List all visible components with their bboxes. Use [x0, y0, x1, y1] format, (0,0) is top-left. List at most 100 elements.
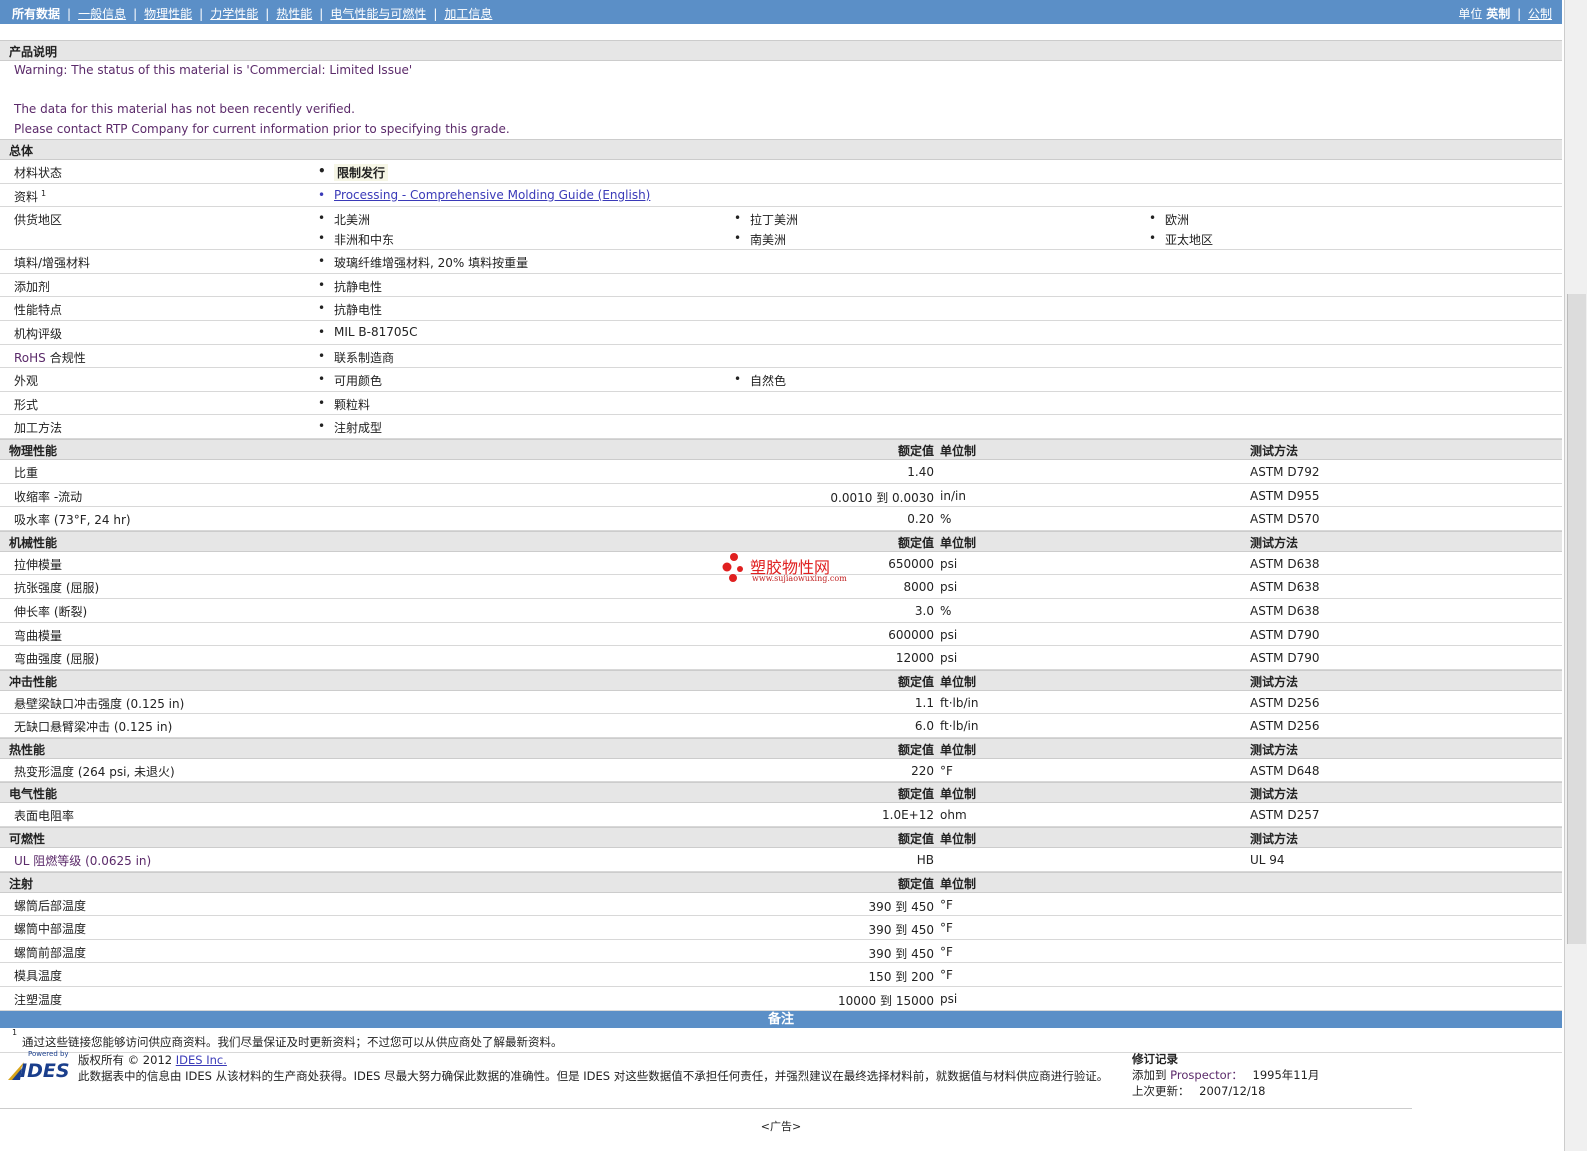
property-value: 0.20 [907, 512, 934, 527]
section-title: 总体 [9, 144, 34, 158]
section-header: 注射 额定值 单位制 [0, 871, 1562, 893]
bullet-item: 联系制造商 [318, 349, 394, 366]
test-method: ASTM D257 [1250, 808, 1320, 823]
general-row: 形式 颗粒料 [0, 392, 1562, 416]
section-header: 物理性能 额定值 单位制 测试方法 [0, 438, 1562, 460]
nav-link-2[interactable]: 物理性能 [144, 7, 192, 21]
row-label: 材料状态 [14, 164, 62, 181]
property-value: 1.1 [914, 695, 934, 710]
row-label-text: 加工方法 [14, 421, 63, 436]
general-row: 性能特点 抗静电性 [0, 297, 1562, 321]
property-row: 螺筒中部温度 390 到 450 °F [0, 916, 1562, 940]
scrollbar-thumb[interactable] [1567, 294, 1586, 944]
property-value: 1.0E+12 [882, 808, 934, 823]
test-method: ASTM D570 [1250, 512, 1320, 527]
property-value: 390 到 450 [868, 923, 934, 938]
property-value: 6.0 [914, 719, 934, 734]
section-title: 注射 [9, 876, 34, 891]
row-label-text: 添加剂 [14, 279, 51, 294]
company-link[interactable]: IDES Inc. [176, 1053, 227, 1067]
vertical-scrollbar[interactable] [1564, 0, 1587, 1151]
rohs-link[interactable]: RoHS [14, 351, 46, 365]
units-sep: | [1517, 7, 1522, 21]
nav-link-1[interactable]: 一般信息 [78, 7, 126, 21]
nav-link-5[interactable]: 电气性能与可燃性 [330, 7, 426, 21]
bullet-item: 可用颜色 [318, 372, 382, 389]
row-label: 添加剂 [14, 278, 50, 295]
unit-switch: 单位 英制 | 公制 [1458, 5, 1552, 22]
section-title: 电气性能 [9, 787, 58, 802]
col-header-value: 额定值 [897, 674, 934, 689]
test-method: ASTM D790 [1250, 627, 1320, 642]
notes-row: 1 通过这些链接您能够访问供应商资料。我们尽量保证及时更新资料；不过您可以从供应… [0, 1028, 1562, 1053]
row-label-text: 形式 [14, 397, 39, 412]
property-unit: °F [940, 897, 953, 912]
general-row: 填料/增强材料 玻璃纤维增强材料, 20% 填料按重量 [0, 250, 1562, 274]
property-row: 比重 1.40 ASTM D792 [0, 460, 1562, 484]
bullet-item: 欧洲 [1149, 211, 1189, 228]
description-line: The data for this material has not been … [14, 102, 355, 116]
property-label: 螺筒前部温度 [14, 945, 87, 960]
revision-added: 添加到 Prospector： 1995年11月 [1132, 1067, 1319, 1083]
col-header-value: 额定值 [897, 535, 934, 550]
datasheet-content: 产品说明 Warning: The status of this materia… [0, 40, 1562, 1053]
nav-separator: | [133, 7, 138, 21]
property-value: 10000 到 15000 [838, 994, 934, 1009]
row-label: 填料/增强材料 [14, 254, 90, 271]
property-row: 吸水率 (73°F, 24 hr) 0.20% ASTM D570 [0, 507, 1562, 531]
property-label: 弯曲模量 [14, 628, 63, 643]
property-label: 模具温度 [14, 969, 63, 984]
general-row: 加工方法 注射成型 [0, 415, 1562, 439]
nav-link-6[interactable]: 加工信息 [444, 7, 492, 21]
property-row: 注塑温度 10000 到 15000 psi [0, 987, 1562, 1011]
revision-title: 修订记录 [1132, 1052, 1178, 1066]
row-label-text: 外观 [14, 374, 39, 389]
bullet-item: 限制发行 [318, 164, 389, 181]
property-unit: % [940, 512, 952, 527]
nav-link-4[interactable]: 热性能 [276, 7, 312, 21]
test-method: ASTM D648 [1250, 763, 1320, 778]
property-label: 抗张强度 (屈服) [14, 581, 100, 596]
footnote-marker: 1 [41, 188, 47, 198]
property-unit: psi [940, 556, 958, 571]
col-header-value: 额定值 [897, 742, 934, 757]
test-method: ASTM D638 [1250, 556, 1320, 571]
section-title: 冲击性能 [9, 674, 58, 689]
row-label-text: 机构评级 [14, 326, 63, 341]
general-row: RoHS合规性 联系制造商 [0, 345, 1562, 369]
property-sections: 物理性能 额定值 单位制 测试方法 比重 1.40 ASTM D792 收缩率 -流动 0.00… [0, 438, 1562, 1011]
row-label: 供货地区 [14, 211, 62, 228]
processing-guide-link[interactable]: Processing - Comprehensive Molding Guide… [318, 188, 650, 202]
nav-link-0[interactable]: 所有数据 [12, 7, 60, 21]
description-line: Warning: The status of this material is … [14, 63, 413, 77]
property-label: UL 阻燃等级 (0.0625 in) [14, 854, 152, 869]
section-title: 物理性能 [9, 443, 58, 458]
section-header-general: 总体 [0, 139, 1562, 160]
col-header-method: 测试方法 [1250, 742, 1299, 757]
bullet-item: 亚太地区 [1149, 231, 1213, 248]
top-nav-bar: 所有数据 | 一般信息 | 物理性能 | 力学性能 | 热性能 | 电气性能与可燃性 | 加工信息 单位… [0, 0, 1562, 24]
general-row: 供货地区 北美洲 拉丁美洲 欧洲非洲和中东 南美洲 亚太地区 [0, 207, 1562, 251]
nav-link-3[interactable]: 力学性能 [210, 7, 258, 21]
test-method: ASTM D638 [1250, 603, 1320, 618]
col-header-value: 额定值 [897, 876, 934, 891]
watermark-dots-icon [722, 553, 743, 582]
units-english[interactable]: 英制 [1486, 7, 1510, 21]
col-header-unit: 单位制 [940, 876, 977, 891]
property-unit: psi [940, 651, 958, 666]
section-title: 产品说明 [9, 45, 58, 59]
units-metric-link[interactable]: 公制 [1528, 7, 1552, 21]
property-label: 拉伸模量 [14, 557, 63, 572]
row-label: 形式 [14, 396, 38, 413]
bullet-item: MIL B-81705C [318, 325, 417, 339]
notes-bar: 备注 [0, 1010, 1562, 1028]
bullet-item: 注射成型 [318, 419, 382, 436]
general-row: 机构评级 MIL B-81705C [0, 321, 1562, 345]
property-row: 弯曲模量 600000 psi ASTM D790 [0, 623, 1562, 647]
copyright-line: 版权所有 © 2012 IDES Inc. [78, 1052, 227, 1068]
row-label-text: 资料 [14, 189, 39, 204]
col-header-method: 测试方法 [1250, 832, 1299, 847]
property-unit: psi [940, 627, 958, 642]
row-label-text: 性能特点 [14, 303, 63, 318]
col-header-method: 测试方法 [1250, 787, 1299, 802]
